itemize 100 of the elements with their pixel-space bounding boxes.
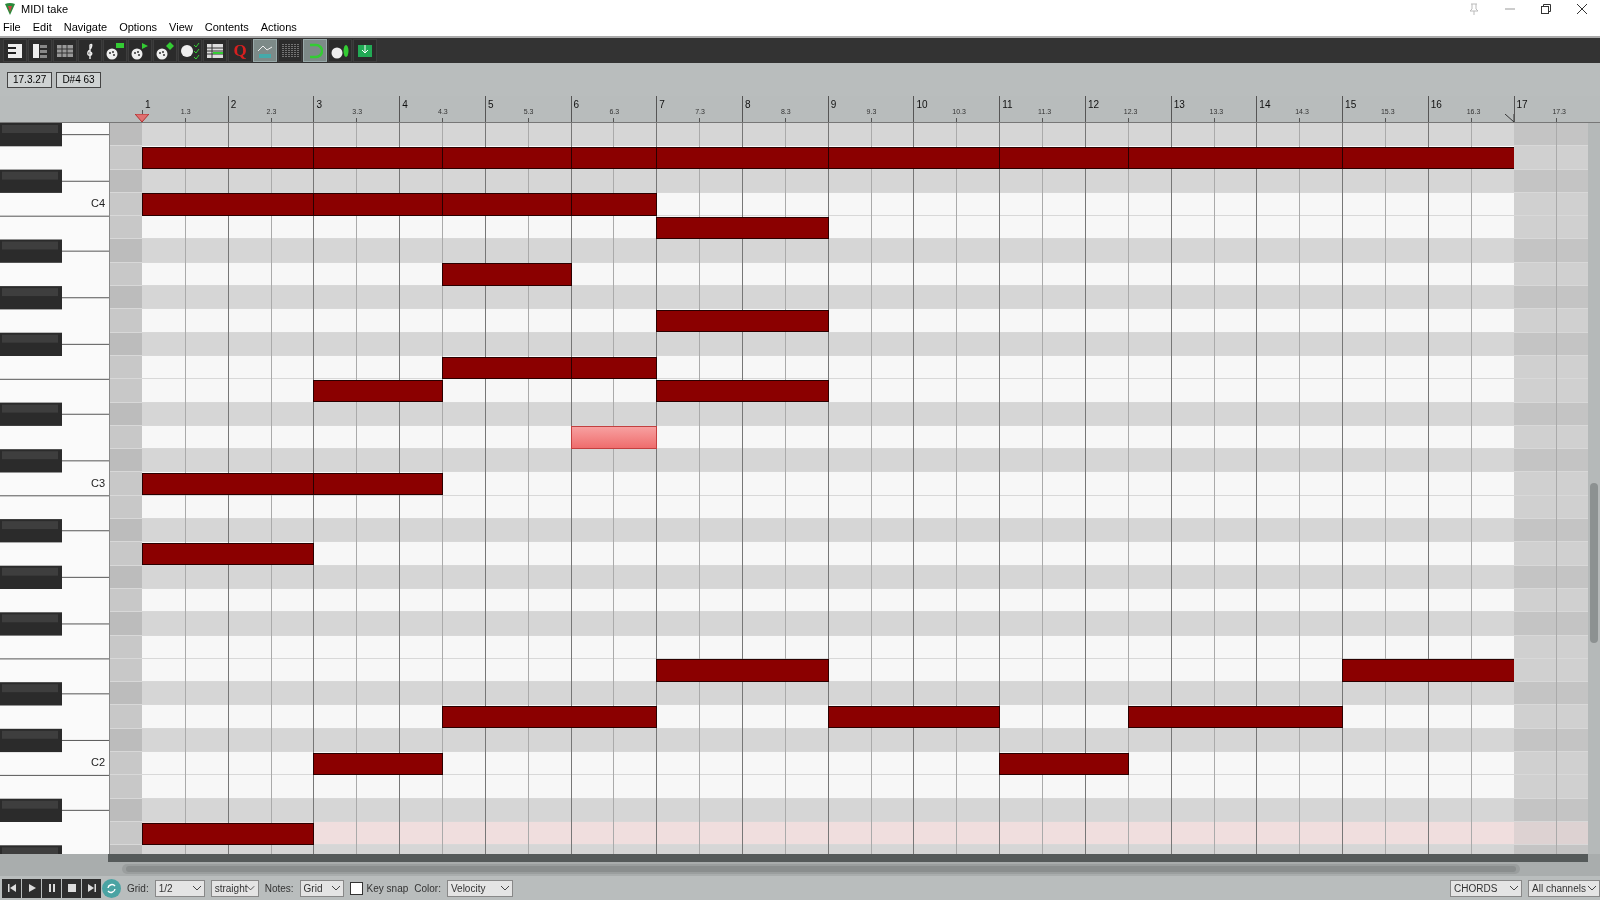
caret-icon <box>1510 885 1518 891</box>
midi-note[interactable] <box>1127 146 1344 170</box>
list-icon <box>206 42 224 59</box>
swing-dropdown[interactable]: straight <box>210 879 259 897</box>
pin-icon <box>1469 3 1479 15</box>
key-snap-label: Key snap <box>366 882 409 894</box>
toolbar-button[interactable] <box>78 39 102 62</box>
bar-number: 8 <box>745 99 751 110</box>
scroll-thumb[interactable] <box>126 866 1516 872</box>
midi-note[interactable] <box>656 379 829 403</box>
menu-item[interactable]: Options <box>119 21 158 33</box>
pause-icon <box>46 883 57 893</box>
midi-note[interactable] <box>313 146 443 170</box>
midi-note[interactable] <box>142 473 315 496</box>
transport-button[interactable] <box>2 878 21 898</box>
toolbar-button[interactable] <box>28 39 52 62</box>
bar-number: 9 <box>830 99 837 110</box>
midi-note[interactable] <box>1342 146 1514 170</box>
midi-note[interactable] <box>656 309 829 333</box>
start-marker-icon <box>135 114 149 122</box>
pitch-display: D#4 63 <box>56 71 101 88</box>
toolbar-button[interactable] <box>3 39 27 62</box>
grid-icon <box>56 42 74 59</box>
position-display: 17.3.27 <box>7 71 53 88</box>
caret-icon <box>331 885 340 891</box>
bar-number: 2 <box>230 99 237 110</box>
bar-number: 3 <box>316 99 322 110</box>
menu-item[interactable]: Navigate <box>63 21 108 33</box>
quantize-icon: Q <box>233 40 247 61</box>
bar-number: 13 <box>1173 99 1185 110</box>
midi-note[interactable] <box>999 146 1129 170</box>
bar-number: 15 <box>1345 99 1357 110</box>
clef-icon <box>85 41 95 60</box>
bar-number: 6 <box>573 99 580 110</box>
piano-keys-icon <box>7 42 23 59</box>
midi-note[interactable] <box>313 379 443 403</box>
midi-note[interactable] <box>442 356 572 379</box>
stop-icon <box>66 883 77 893</box>
repeat-icon <box>106 882 117 894</box>
menu-item[interactable]: View <box>169 21 193 33</box>
bar-number: 10 <box>916 99 928 110</box>
midi-note[interactable] <box>142 542 315 566</box>
bar-number: 7 <box>659 99 665 110</box>
bar-number: 14 <box>1259 99 1271 110</box>
menu-item[interactable]: Contents <box>204 21 249 33</box>
note-names-icon <box>32 42 48 59</box>
midi-note[interactable] <box>999 752 1129 775</box>
color-dropdown[interactable]: Velocity <box>446 879 513 897</box>
bar-number: 1 <box>145 99 151 110</box>
snap-mode-dropdown[interactable]: Grid <box>299 879 344 897</box>
bar-number: 17 <box>1516 99 1528 110</box>
grid-lines-icon <box>281 42 299 59</box>
bar-number: 11 <box>1002 99 1013 110</box>
midi-note[interactable] <box>442 706 658 729</box>
caret-icon <box>247 885 255 891</box>
midi-note[interactable] <box>656 216 829 239</box>
midi-note[interactable] <box>142 822 315 845</box>
division-dropdown[interactable]: 1/2 <box>154 879 205 897</box>
midi-note[interactable] <box>1127 706 1344 729</box>
restore-icon <box>1541 4 1551 14</box>
octave-label: C4 <box>90 196 105 209</box>
midi-note[interactable] <box>313 752 443 775</box>
bar-number: 16 <box>1430 99 1442 110</box>
palette-rectangle-icon <box>105 41 125 60</box>
midi-note[interactable] <box>442 146 572 170</box>
channels-dropdown[interactable]: All channels <box>1528 879 1600 897</box>
play-icon <box>26 883 37 893</box>
caret-icon <box>192 885 201 891</box>
menu-item[interactable]: File <box>3 21 21 33</box>
bar-number: 4 <box>402 99 408 110</box>
scroll-thumb[interactable] <box>1590 483 1598 643</box>
transport-button[interactable] <box>42 878 61 898</box>
chords-dropdown[interactable]: CHORDS <box>1450 879 1522 897</box>
toolbar-button[interactable] <box>103 39 127 62</box>
key-snap-checkbox[interactable] <box>349 881 363 895</box>
download-icon <box>356 42 374 59</box>
grid-label: Grid: <box>127 882 149 894</box>
piano-keyboard[interactable]: C4 C3 C2 <box>0 123 110 854</box>
bar-number: 5 <box>487 99 494 110</box>
midi-note[interactable] <box>656 146 829 170</box>
midi-note[interactable] <box>827 706 1001 729</box>
toolbar-button[interactable] <box>203 39 227 62</box>
transport-button[interactable] <box>62 878 81 898</box>
midi-note[interactable] <box>313 473 443 496</box>
menu-item[interactable]: Actions <box>260 21 297 33</box>
loop-icon <box>307 42 323 59</box>
bar-number: 12 <box>1087 99 1100 110</box>
end-marker-icon <box>1504 114 1514 122</box>
transport-button[interactable] <box>82 878 101 898</box>
window-title: MIDI take <box>21 3 70 15</box>
toolbar-button[interactable] <box>353 39 377 62</box>
menu-item[interactable]: Edit <box>32 21 52 33</box>
app-logo-icon <box>4 2 16 16</box>
color-label: Color: <box>414 882 441 894</box>
octave-label: C2 <box>90 756 105 769</box>
transport-button[interactable] <box>22 878 41 898</box>
midi-note[interactable] <box>142 146 315 170</box>
skip-forward-icon <box>86 883 97 893</box>
close-icon <box>1577 4 1587 14</box>
horizontal-scrollbar[interactable] <box>122 864 1520 874</box>
